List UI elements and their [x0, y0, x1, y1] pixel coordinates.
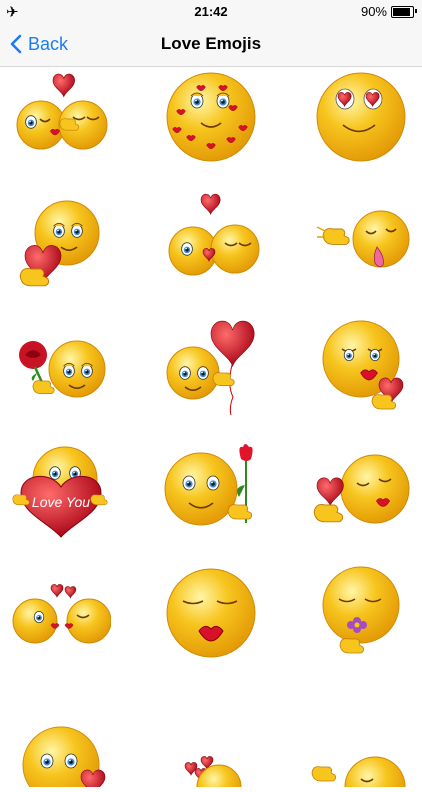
- emoji-heart-eyes[interactable]: [311, 67, 411, 167]
- status-time: 21:42: [194, 4, 228, 19]
- emoji-couple-small-hearts-image: [12, 584, 112, 644]
- emoji-heart-eyes-image: [316, 72, 406, 162]
- battery-fill: [393, 8, 411, 16]
- emoji-blowing-kiss-tongue-image: [316, 210, 410, 268]
- emoji-tongue-partial[interactable]: [311, 687, 411, 792]
- emoji-with-rose[interactable]: [11, 315, 111, 415]
- emoji-kissing-couple[interactable]: [11, 67, 111, 167]
- emoji-worried-heart[interactable]: [11, 687, 111, 792]
- battery-tip: [415, 9, 417, 13]
- emoji-with-rose-image: [19, 340, 106, 398]
- emoji-heart-balloon-image: [166, 320, 255, 416]
- emoji-with-flower[interactable]: [311, 563, 411, 663]
- emoji-lipstick-kisses[interactable]: [161, 67, 261, 167]
- emoji-couple-heart-above-image: [168, 193, 260, 276]
- emoji-hearts-bouquet-image: [184, 756, 242, 792]
- navigation-bar: Back Love Emojis: [0, 22, 422, 67]
- emoji-with-tulip[interactable]: [161, 439, 261, 539]
- emoji-pucker-kiss-image: [166, 568, 256, 658]
- emoji-kiss-heart-hand-image: [322, 320, 404, 410]
- emoji-couple-small-hearts[interactable]: [11, 563, 112, 663]
- emoji-kissing-couple-image: [16, 73, 108, 150]
- emoji-love-you-heart-image: Love You: [12, 446, 108, 538]
- emoji-lipstick-kisses-image: [166, 72, 256, 162]
- emoji-offering-heart[interactable]: [11, 191, 111, 291]
- emoji-with-tulip-image: [164, 444, 253, 526]
- emoji-kiss-heart-flying-image: [313, 454, 410, 524]
- emoji-blowing-kiss-tongue[interactable]: [311, 191, 411, 291]
- emoji-heart-balloon[interactable]: [161, 315, 261, 416]
- emoji-hearts-bouquet[interactable]: [161, 687, 261, 792]
- emoji-with-flower-image: [322, 566, 400, 654]
- emoji-kiss-heart-flying[interactable]: [311, 439, 411, 539]
- emoji-tongue-partial-image: [311, 756, 406, 792]
- emoji-kiss-heart-hand[interactable]: [311, 315, 411, 415]
- battery-icon: [391, 6, 414, 18]
- svg-text:Love You: Love You: [32, 494, 90, 510]
- emoji-worried-heart-image: [22, 726, 106, 792]
- emoji-pucker-kiss[interactable]: [161, 563, 261, 663]
- page-title: Love Emojis: [160, 34, 262, 53]
- battery-percentage: 90%: [360, 4, 387, 19]
- emoji-offering-heart-image: [19, 200, 100, 287]
- emoji-couple-heart-above[interactable]: [161, 191, 261, 291]
- status-bar: ✈ 21:42 90%: [0, 0, 422, 22]
- emoji-love-you-heart[interactable]: Love You: [11, 439, 111, 539]
